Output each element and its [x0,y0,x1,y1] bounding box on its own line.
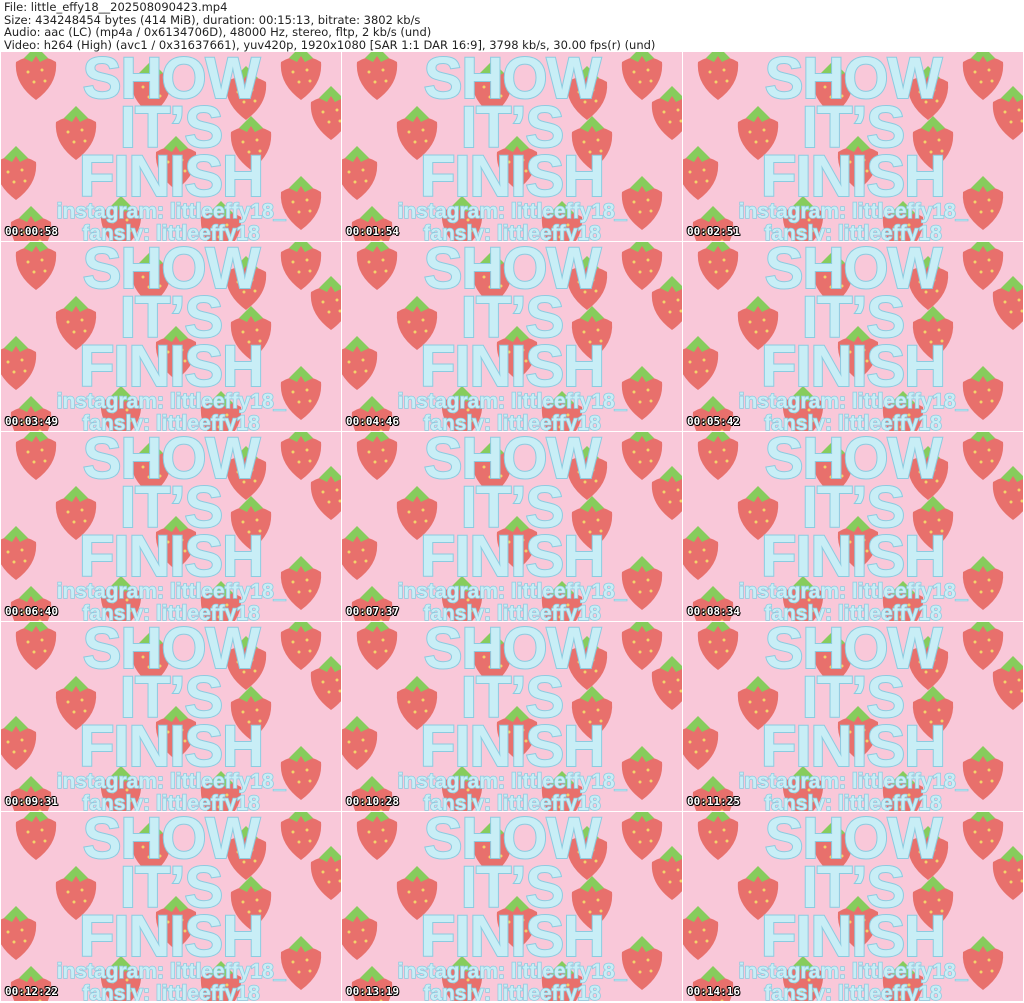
title-line: FINISH [78,904,265,969]
overlay-title: SHOW IT’S FINISH instagram: littleeffy18… [1,622,341,811]
instagram-handle: instagram: littleeffy18_ [56,770,286,794]
timestamp: 00:10:28 [346,795,399,808]
video-info: Video: h264 (High) (avc1 / 0x31637661), … [4,37,656,52]
instagram-handle: instagram: littleeffy18_ [56,200,286,224]
timestamp: 00:06:40 [5,605,58,618]
file-name: File: little_effy18__202508090423.mp4 [4,0,228,14]
instagram-handle: instagram: littleeffy18_ [738,960,968,984]
overlay-title: SHOW IT’S FINISH instagram: littleeffy18… [342,622,682,811]
title-line: FINISH [760,334,947,399]
title-line: FINISH [419,524,606,589]
video-thumbnail: SHOW IT’S FINISH instagram: littleeffy18… [683,812,1023,1001]
instagram-handle: instagram: littleeffy18_ [397,770,627,794]
title-line: FINISH [760,144,947,209]
timestamp: 00:12:22 [5,985,58,998]
video-thumbnail: SHOW IT’S FINISH instagram: littleeffy18… [683,52,1023,241]
timestamp: 00:13:19 [346,985,399,998]
overlay-title: SHOW IT’S FINISH instagram: littleeffy18… [342,242,682,431]
timestamp: 00:00:58 [5,225,58,238]
instagram-handle: instagram: littleeffy18_ [738,200,968,224]
video-thumbnail: SHOW IT’S FINISH instagram: littleeffy18… [1,52,341,241]
timestamp: 00:01:54 [346,225,399,238]
title-line: FINISH [419,904,606,969]
timestamp: 00:08:34 [687,605,740,618]
instagram-handle: instagram: littleeffy18_ [56,960,286,984]
file-info-header: File: little_effy18__202508090423.mp4 Si… [4,1,655,51]
video-thumbnail: SHOW IT’S FINISH instagram: littleeffy18… [1,622,341,811]
overlay-title: SHOW IT’S FINISH instagram: littleeffy18… [1,52,341,241]
title-line: FINISH [760,904,947,969]
overlay-title: SHOW IT’S FINISH instagram: littleeffy18… [1,812,341,1001]
video-thumbnail: SHOW IT’S FINISH instagram: littleeffy18… [683,622,1023,811]
timestamp: 00:09:31 [5,795,58,808]
instagram-handle: instagram: littleeffy18_ [56,580,286,604]
video-thumbnail: SHOW IT’S FINISH instagram: littleeffy18… [683,242,1023,431]
title-line: FINISH [419,334,606,399]
audio-info: Audio: aac (LC) (mp4a / 0x6134706D), 480… [4,25,432,39]
title-line: FINISH [419,714,606,779]
instagram-handle: instagram: littleeffy18_ [738,390,968,414]
overlay-title: SHOW IT’S FINISH instagram: littleeffy18… [683,242,1023,431]
video-thumbnail: SHOW IT’S FINISH instagram: littleeffy18… [342,622,682,811]
video-thumbnail: SHOW IT’S FINISH instagram: littleeffy18… [1,242,341,431]
title-line: FINISH [78,334,265,399]
timestamp: 00:03:49 [5,415,58,428]
overlay-title: SHOW IT’S FINISH instagram: littleeffy18… [342,812,682,1001]
video-thumbnail: SHOW IT’S FINISH instagram: littleeffy18… [342,242,682,431]
timestamp: 00:02:51 [687,225,740,238]
title-line: FINISH [760,714,947,779]
instagram-handle: instagram: littleeffy18_ [397,960,627,984]
instagram-handle: instagram: littleeffy18_ [397,390,627,414]
overlay-title: SHOW IT’S FINISH instagram: littleeffy18… [1,432,341,621]
video-thumbnail: SHOW IT’S FINISH instagram: littleeffy18… [342,812,682,1001]
timestamp: 00:14:16 [687,985,740,998]
title-line: FINISH [78,714,265,779]
video-thumbnail: SHOW IT’S FINISH instagram: littleeffy18… [342,52,682,241]
video-thumbnail: SHOW IT’S FINISH instagram: littleeffy18… [1,432,341,621]
overlay-title: SHOW IT’S FINISH instagram: littleeffy18… [683,432,1023,621]
overlay-title: SHOW IT’S FINISH instagram: littleeffy18… [1,242,341,431]
instagram-handle: instagram: littleeffy18_ [397,200,627,224]
overlay-title: SHOW IT’S FINISH instagram: littleeffy18… [683,622,1023,811]
overlay-title: SHOW IT’S FINISH instagram: littleeffy18… [683,812,1023,1001]
timestamp: 00:04:46 [346,415,399,428]
timestamp: 00:07:37 [346,605,399,618]
instagram-handle: instagram: littleeffy18_ [738,770,968,794]
video-thumbnail: SHOW IT’S FINISH instagram: littleeffy18… [683,432,1023,621]
timestamp: 00:11:25 [687,795,740,808]
video-thumbnail: SHOW IT’S FINISH instagram: littleeffy18… [342,432,682,621]
overlay-title: SHOW IT’S FINISH instagram: littleeffy18… [342,52,682,241]
overlay-title: SHOW IT’S FINISH instagram: littleeffy18… [342,432,682,621]
instagram-handle: instagram: littleeffy18_ [738,580,968,604]
video-thumbnail: SHOW IT’S FINISH instagram: littleeffy18… [1,812,341,1001]
title-line: FINISH [78,524,265,589]
title-line: FINISH [78,144,265,209]
timestamp: 00:05:42 [687,415,740,428]
instagram-handle: instagram: littleeffy18_ [56,390,286,414]
overlay-title: SHOW IT’S FINISH instagram: littleeffy18… [683,52,1023,241]
title-line: FINISH [760,524,947,589]
instagram-handle: instagram: littleeffy18_ [397,580,627,604]
title-line: FINISH [419,144,606,209]
